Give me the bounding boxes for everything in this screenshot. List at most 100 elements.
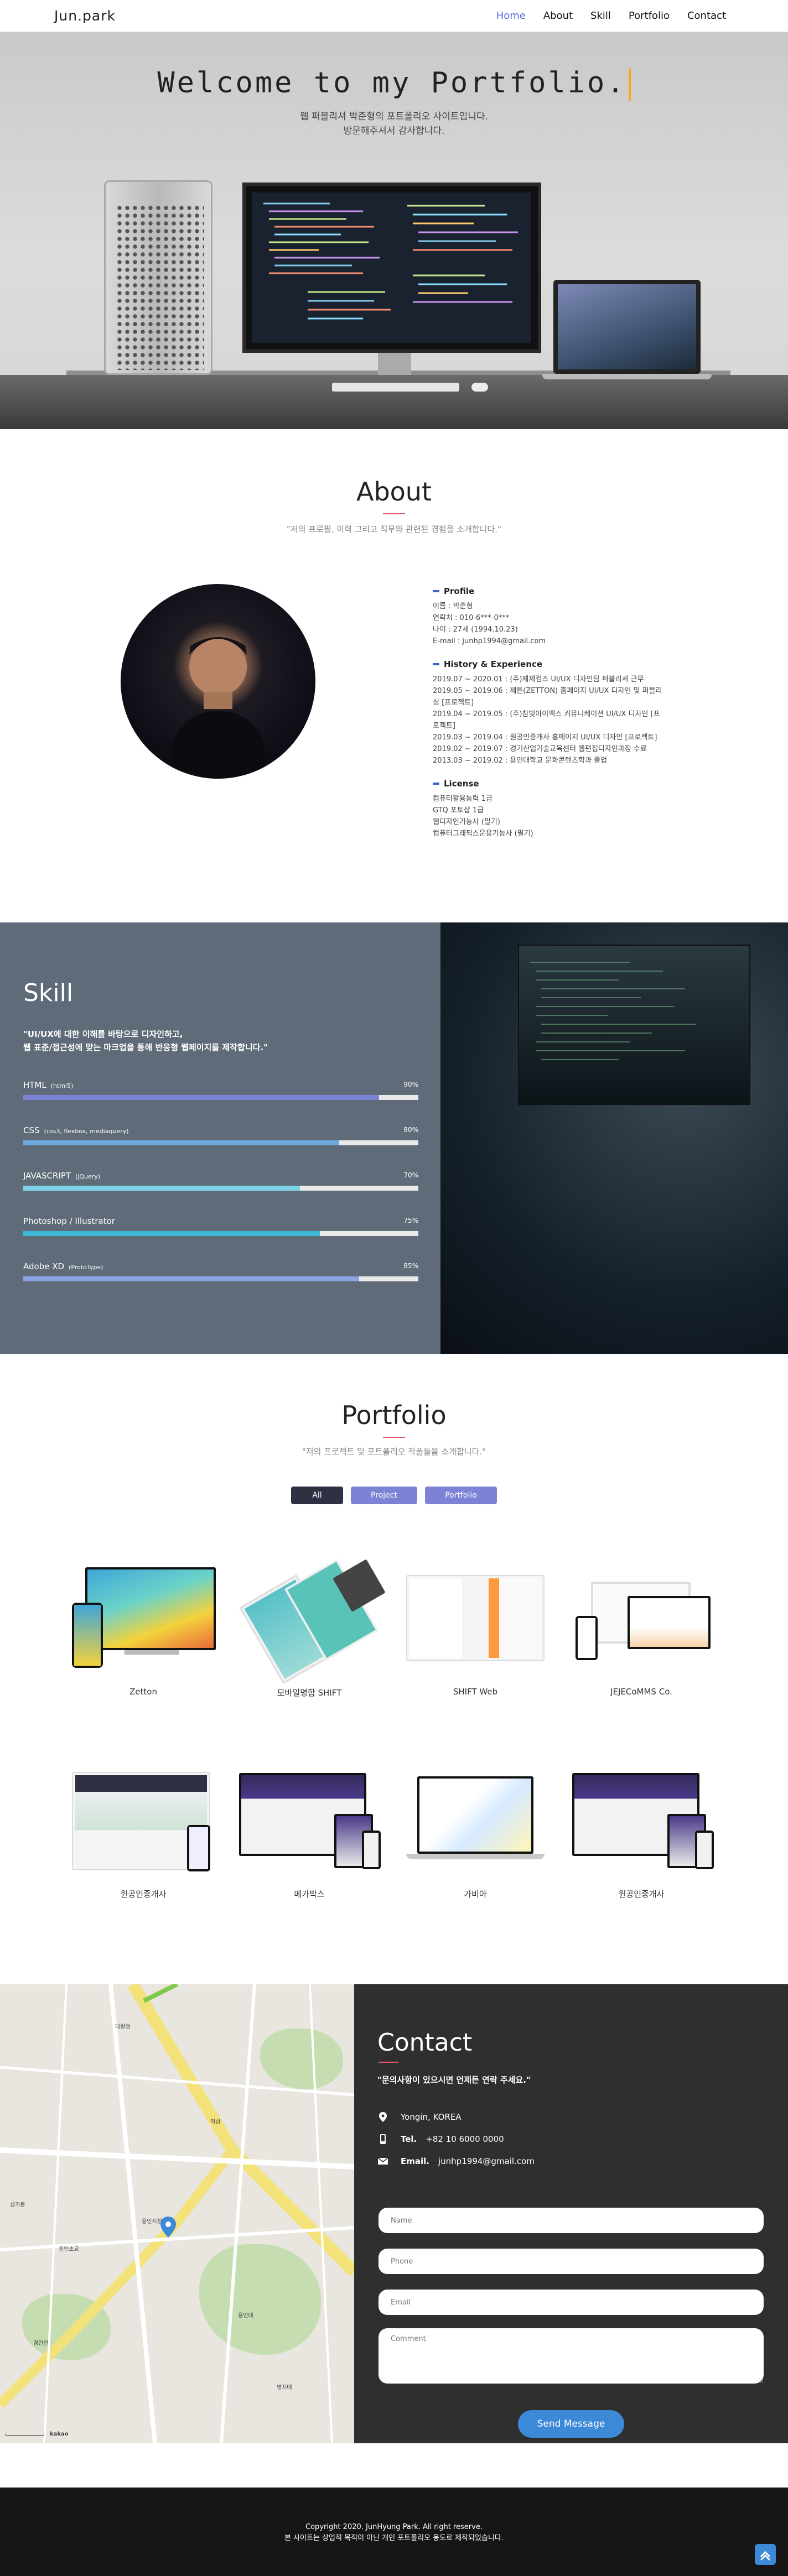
skill-row-html: HTML (html5) 90% bbox=[23, 1080, 418, 1100]
profile-item: 나이 : 27세 (1994.10.23) bbox=[433, 625, 518, 634]
send-message-button[interactable]: Send Message bbox=[518, 2410, 624, 2438]
contact-phone: Tel. +82 10 6000 0000 bbox=[377, 2134, 504, 2145]
monitor-stand bbox=[378, 353, 411, 375]
filter-all-button[interactable]: All bbox=[291, 1487, 343, 1504]
portfolio-thumbnail bbox=[69, 1563, 218, 1673]
skill-row-xd: Adobe XD (ProtoType) 85% bbox=[23, 1261, 418, 1281]
email-input[interactable] bbox=[379, 2290, 764, 2315]
about-underline bbox=[383, 513, 405, 514]
map-label: 용인초교 bbox=[59, 2246, 79, 2252]
scroll-to-top-button[interactable] bbox=[755, 2544, 776, 2565]
skill-name: JAVASCRIPT bbox=[23, 1171, 71, 1181]
contact-subtitle: "문의사항이 있으시면 언제든 연락 주세요." bbox=[377, 2075, 531, 2085]
skill-label: CSS (css3, flexbox, mediaquery) bbox=[23, 1125, 129, 1135]
nav-menu: Home About Skill Portfolio Contact bbox=[496, 10, 726, 22]
skill-name: Photoshop / Illustrator bbox=[23, 1216, 115, 1226]
email-text[interactable]: junhp1994@gmail.com bbox=[438, 2156, 535, 2166]
portfolio-item[interactable]: 원공인중개사 bbox=[567, 1764, 716, 1900]
portfolio-item[interactable]: SHIFT Web bbox=[401, 1563, 550, 1697]
history-item: 2019.05 ~ 2019.06 : 제튼(ZETTON) 홈페이지 UI/U… bbox=[433, 687, 662, 707]
filter-project-button[interactable]: Project bbox=[351, 1487, 417, 1504]
history-item: 2019.03 ~ 2019.04 : 원공인증개사 홈페이지 UI/UX 디자… bbox=[433, 733, 657, 742]
skill-label: Photoshop / Illustrator bbox=[23, 1216, 120, 1226]
skill-bar-fill bbox=[23, 1186, 300, 1191]
portfolio-caption: SHIFT Web bbox=[453, 1687, 498, 1697]
comment-textarea[interactable] bbox=[379, 2328, 764, 2384]
portfolio-item[interactable]: 가비아 bbox=[401, 1764, 550, 1900]
contact-email: Email. junhp1994@gmail.com bbox=[377, 2156, 535, 2167]
monitor-image bbox=[242, 182, 541, 353]
license-heading: License bbox=[433, 779, 665, 789]
nav-portfolio[interactable]: Portfolio bbox=[629, 10, 670, 22]
skill-note: (jQuery) bbox=[75, 1173, 101, 1180]
nav-home[interactable]: Home bbox=[496, 10, 526, 22]
portfolio-filters: All Project Portfolio bbox=[0, 1487, 788, 1504]
portfolio-item[interactable]: Zetton bbox=[69, 1563, 218, 1697]
skill-bar-fill bbox=[23, 1095, 379, 1100]
phone-input[interactable] bbox=[379, 2249, 764, 2274]
keyboard-image bbox=[332, 383, 459, 392]
nav-skill[interactable]: Skill bbox=[590, 10, 611, 22]
contact-underline bbox=[379, 2062, 398, 2063]
portfolio-caption: 메가박스 bbox=[294, 1889, 325, 1899]
portfolio-caption: JEJECoMMS Co. bbox=[610, 1687, 672, 1697]
nav-contact[interactable]: Contact bbox=[687, 10, 726, 22]
nav-about[interactable]: About bbox=[543, 10, 573, 22]
contact-location: Yongin, KOREA bbox=[377, 2111, 462, 2123]
skill-bar bbox=[23, 1231, 418, 1236]
profile-photo bbox=[121, 584, 315, 779]
skill-bar-fill bbox=[23, 1231, 320, 1236]
site-logo[interactable]: Jun.park bbox=[54, 8, 116, 24]
footer-text: Copyright 2020. JunHyung Park. All right… bbox=[0, 2522, 788, 2544]
map-label: 역삼 bbox=[210, 2119, 221, 2125]
typing-cursor bbox=[628, 69, 631, 101]
license-item: 웹디자인기능사 (필기) bbox=[433, 818, 500, 826]
portfolio-underline bbox=[383, 1437, 405, 1438]
portfolio-thumbnail bbox=[69, 1764, 218, 1875]
name-input[interactable] bbox=[379, 2208, 764, 2233]
footer-copyright: Copyright 2020. JunHyung Park. All right… bbox=[305, 2523, 483, 2531]
hero-line-1: 웹 퍼블리셔 박준형의 포트폴리오 사이트입니다. bbox=[300, 111, 488, 122]
skill-name: HTML bbox=[23, 1080, 46, 1090]
location-pin-icon bbox=[377, 2111, 388, 2123]
portfolio-item[interactable]: 메가박스 bbox=[235, 1764, 384, 1900]
skill-description: "UI/UX에 대한 이해를 바탕으로 디자인하고, 웹 표준/접근성에 맞는 … bbox=[23, 1028, 268, 1054]
computer-tower-image bbox=[104, 180, 212, 375]
skill-name: Adobe XD bbox=[23, 1261, 65, 1271]
skill-row-css: CSS (css3, flexbox, mediaquery) 80% bbox=[23, 1125, 418, 1145]
location-map[interactable]: 대왕청 삼가동 역삼 용인시청 용인초교 명지대 용인대 경안천 kakao bbox=[0, 1984, 354, 2443]
portfolio-caption: 원공인중개사 bbox=[618, 1889, 665, 1899]
profile-heading: Profile bbox=[433, 586, 665, 596]
about-subtitle: "저의 프로필, 이력 그리고 직무와 관련된 경험을 소개합니다." bbox=[287, 524, 501, 534]
map-marker-icon[interactable] bbox=[160, 2217, 176, 2238]
chevron-up-icon bbox=[760, 2551, 771, 2561]
map-label: 용인시청 bbox=[142, 2219, 162, 2225]
profile-item: 이름 : 박준형 bbox=[433, 602, 473, 611]
portfolio-thumbnail bbox=[567, 1563, 716, 1673]
history-item: 2019.02 ~ 2019.07 : 경기산업기술교육센터 웹편집디자인과정 … bbox=[433, 745, 647, 753]
portfolio-thumbnail bbox=[235, 1764, 384, 1875]
map-label: 용인대 bbox=[238, 2313, 253, 2319]
screen-code-graphic bbox=[530, 962, 696, 1060]
hero-title-text: Welcome to my Portfolio. bbox=[157, 66, 626, 100]
skill-bar-fill bbox=[23, 1276, 359, 1281]
portfolio-item[interactable]: 모바일명함 SHIFT bbox=[235, 1558, 386, 1698]
skill-bar-fill bbox=[23, 1140, 340, 1145]
portfolio-caption: 모바일명함 SHIFT bbox=[277, 1688, 342, 1698]
map-label: 경안천 bbox=[33, 2340, 49, 2346]
skill-percent: 70% bbox=[403, 1171, 418, 1179]
filter-portfolio-button[interactable]: Portfolio bbox=[425, 1487, 497, 1504]
skill-bar bbox=[23, 1095, 418, 1100]
history-block: History & Experience 2019.07 ~ 2020.01 :… bbox=[433, 659, 665, 766]
mail-icon bbox=[377, 2156, 388, 2167]
skill-row-photoshop: Photoshop / Illustrator 75% bbox=[23, 1216, 418, 1236]
skill-name: CSS bbox=[23, 1125, 40, 1135]
portfolio-item[interactable]: 원공인중개사 bbox=[69, 1764, 218, 1900]
portfolio-item[interactable]: JEJECoMMS Co. bbox=[567, 1563, 716, 1697]
contact-title: Contact bbox=[377, 2029, 473, 2057]
skill-label: JAVASCRIPT (jQuery) bbox=[23, 1171, 100, 1181]
license-item: 컴퓨터그래픽스운용기능사 (필기) bbox=[433, 830, 533, 838]
profile-item: E-mail : junhp1994@gmail.com bbox=[433, 637, 546, 645]
phone-label: Tel. bbox=[401, 2134, 417, 2144]
skill-desc-line-2: 웹 표준/접근성에 맞는 마크업을 통해 반응형 웹페이지를 제작합니다." bbox=[23, 1042, 268, 1052]
